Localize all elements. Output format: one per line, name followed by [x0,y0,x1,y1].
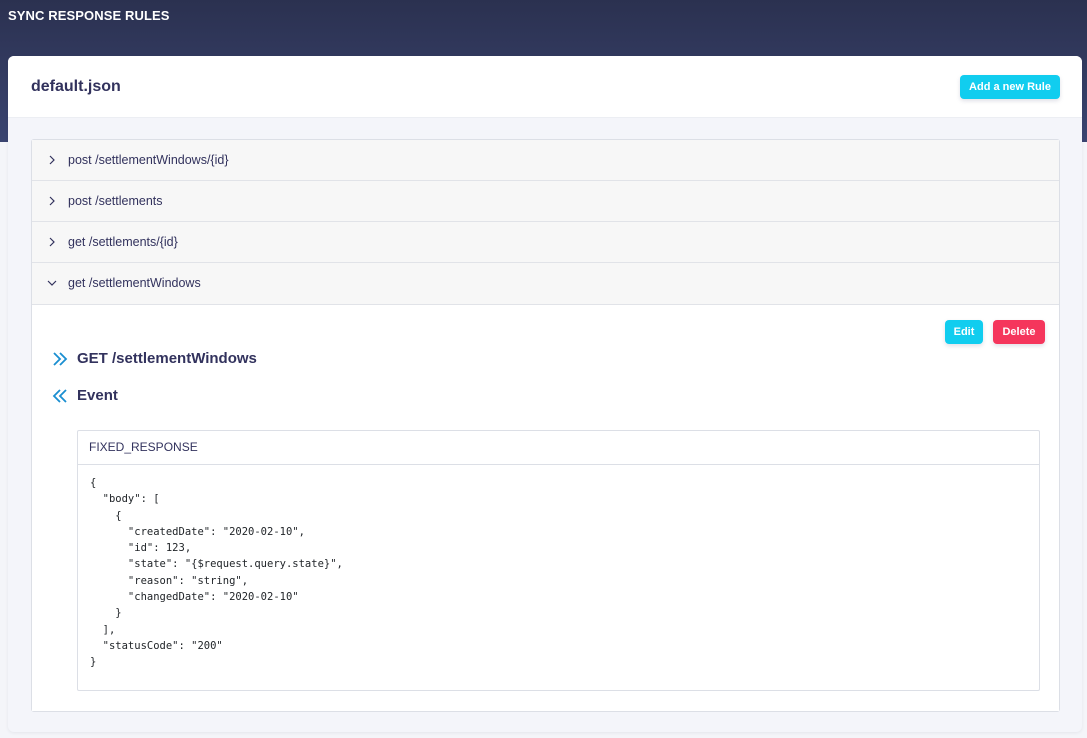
chevron-right-icon [46,235,58,249]
double-chevron-right-icon [52,351,68,367]
fixed-response-box: FIXED_RESPONSE { "body": [ { "createdDat… [77,430,1040,691]
response-type-label: FIXED_RESPONSE [78,431,1039,465]
request-heading: GET /settlementWindows [77,350,257,367]
rule-item-get-settlementwindows[interactable]: get /settlementWindows [32,263,1059,305]
rule-detail-panel: Edit Delete GET /settlementWindows Event… [32,305,1059,711]
request-heading-row: GET /settlementWindows [52,350,257,367]
event-heading: Event [77,387,118,404]
double-chevron-left-icon [52,388,68,404]
rule-item-label: get /settlementWindows [68,276,201,290]
file-title: default.json [31,78,121,95]
delete-rule-button[interactable]: Delete [993,320,1045,344]
rule-item-label: post /settlementWindows/{id} [68,153,229,167]
chevron-right-icon [46,194,58,208]
rules-accordion: post /settlementWindows/{id} post /settl… [31,139,1060,712]
rules-card: default.json Add a new Rule post /settle… [8,56,1082,732]
card-header: default.json Add a new Rule [8,56,1082,118]
rule-item-label: post /settlements [68,194,163,208]
chevron-down-icon [46,276,58,290]
response-body-code: { "body": [ { "createdDate": "2020-02-10… [90,477,343,669]
edit-rule-button[interactable]: Edit [945,320,983,344]
add-rule-button[interactable]: Add a new Rule [960,75,1060,99]
rule-item-post-settlementwindows-id[interactable]: post /settlementWindows/{id} [32,140,1059,181]
event-heading-row: Event [52,387,118,404]
chevron-right-icon [46,153,58,167]
rule-item-post-settlements[interactable]: post /settlements [32,181,1059,222]
rule-item-get-settlements-id[interactable]: get /settlements/{id} [32,222,1059,263]
page-title: SYNC RESPONSE RULES [8,8,170,23]
rule-item-label: get /settlements/{id} [68,235,178,249]
